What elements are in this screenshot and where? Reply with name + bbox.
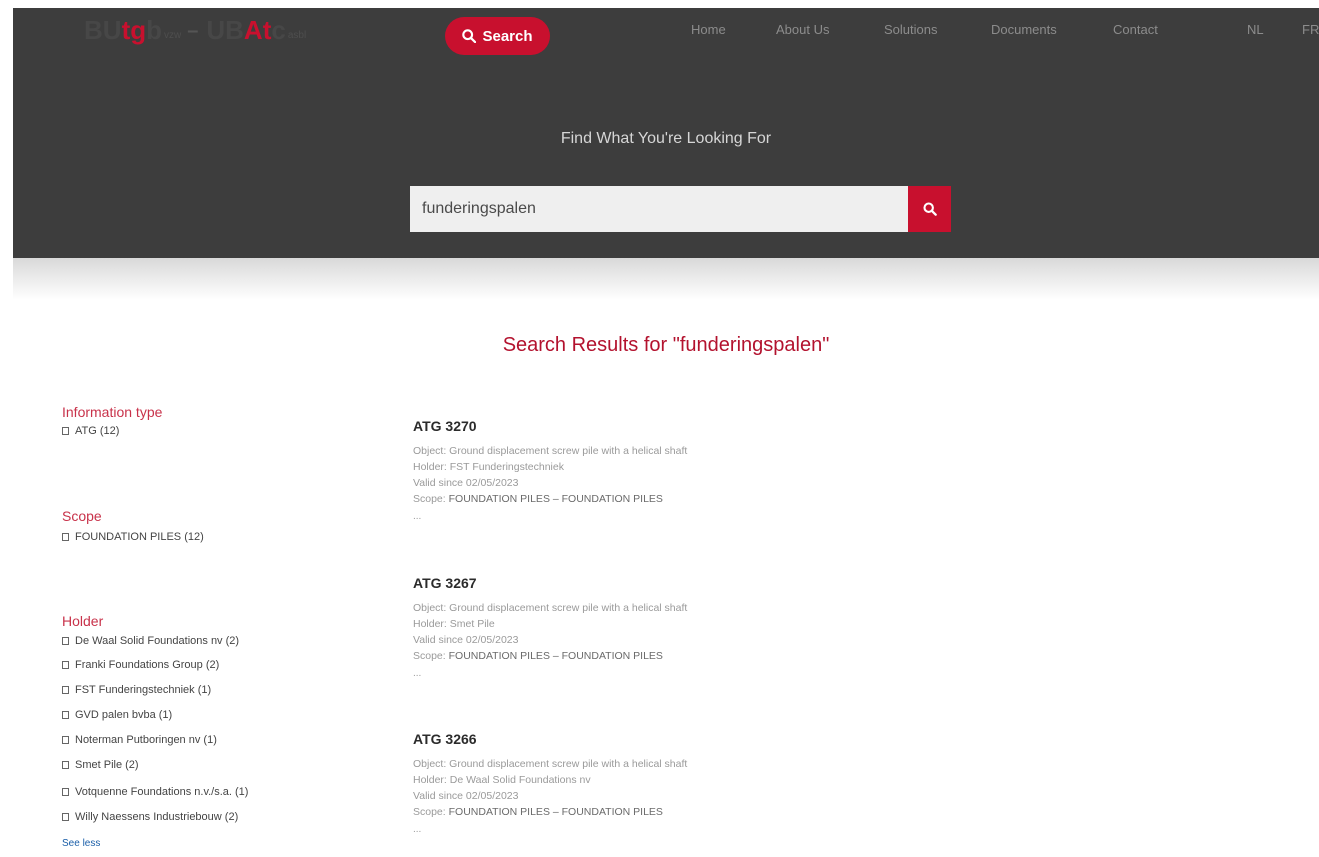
checkbox[interactable] — [62, 788, 69, 796]
hero-title: Find What You're Looking For — [560, 130, 772, 147]
facet-item-label: De Waal Solid Foundations nv (2) — [75, 635, 240, 647]
facet-item-label: Noterman Putboringen nv (1) — [75, 734, 217, 746]
see-less-link[interactable]: See less — [62, 838, 100, 849]
results-title: Search Results for "funderingspalen" — [502, 334, 830, 356]
result-title[interactable]: ATG 3266 — [413, 731, 913, 747]
facet-item-holder[interactable]: FST Funderingstechniek (1) — [62, 684, 211, 696]
result-more: ... — [413, 511, 422, 522]
checkbox[interactable] — [62, 661, 69, 669]
checkbox[interactable] — [62, 427, 69, 435]
facet-item-atg[interactable]: ATG (12) — [62, 425, 119, 437]
result-more: ... — [413, 824, 422, 835]
facet-item-holder[interactable]: Noterman Putboringen nv (1) — [62, 734, 217, 746]
facet-item-label: Willy Naessens Industriebouw (2) — [75, 811, 239, 823]
hero-shadow — [13, 258, 1319, 300]
result-item: ATG 3267 Object: Ground displacement scr… — [413, 575, 913, 679]
header-search-button[interactable]: Search — [445, 17, 550, 55]
facet-item-holder[interactable]: Willy Naessens Industriebouw (2) — [62, 811, 238, 823]
result-valid: Valid since 02/05/2023 — [413, 790, 519, 802]
facet-item-holder[interactable]: Votquenne Foundations n.v./s.a. (1) — [62, 786, 248, 798]
search-field[interactable] — [410, 186, 908, 232]
checkbox[interactable] — [62, 533, 69, 541]
nav-about-us[interactable]: About Us — [776, 22, 829, 37]
nav-lang-fr[interactable]: FR — [1302, 22, 1319, 37]
logo-b: b — [146, 15, 162, 45]
checkbox[interactable] — [62, 686, 69, 694]
facet-item-foundation-piles[interactable]: FOUNDATION PILES (12) — [62, 531, 204, 543]
logo-dash: – — [187, 20, 199, 42]
facet-item-label: FST Funderingstechniek (1) — [75, 684, 212, 696]
nav-solutions[interactable]: Solutions — [884, 22, 937, 37]
result-item: ATG 3266 Object: Ground displacement scr… — [413, 731, 913, 835]
header-search-label: Search — [482, 27, 533, 45]
result-scope-label: Scope: — [413, 493, 446, 505]
result-scope: Scope: FOUNDATION PILES – FOUNDATION PIL… — [413, 491, 913, 507]
result-valid: Valid since 02/05/2023 — [413, 477, 519, 489]
result-scope-value: FOUNDATION PILES – FOUNDATION PILES — [448, 806, 663, 818]
logo-at: At — [243, 15, 272, 45]
logo-c: c — [271, 15, 286, 45]
nav-documents[interactable]: Documents — [991, 22, 1057, 37]
result-scope-label: Scope: — [413, 806, 446, 818]
nav-contact[interactable]: Contact — [1113, 22, 1158, 37]
result-valid: Valid since 02/05/2023 — [413, 634, 519, 646]
facet-item-holder[interactable]: De Waal Solid Foundations nv (2) — [62, 635, 239, 647]
facet-title-scope: Scope — [62, 508, 102, 524]
facet-item-label: ATG (12) — [75, 425, 120, 437]
facet-item-label: Franki Foundations Group (2) — [75, 659, 220, 671]
logo-ub: UB — [206, 15, 244, 45]
logo-vzw: vzw — [164, 30, 182, 41]
facet-item-holder[interactable]: GVD palen bvba (1) — [62, 709, 172, 721]
logo-asbl: asbl — [287, 30, 307, 41]
checkbox[interactable] — [62, 736, 69, 744]
result-holder: Holder: FST Funderingstechniek — [413, 461, 564, 473]
facet-title-holder: Holder — [62, 613, 104, 629]
result-title[interactable]: ATG 3267 — [413, 575, 913, 591]
result-holder: Holder: De Waal Solid Foundations nv — [413, 774, 591, 786]
facet-item-label: Smet Pile (2) — [75, 759, 139, 771]
result-scope-value: FOUNDATION PILES – FOUNDATION PILES — [448, 650, 663, 662]
logo-bu: BU — [84, 15, 122, 45]
result-title[interactable]: ATG 3270 — [413, 418, 913, 434]
result-holder: Holder: Smet Pile — [413, 618, 495, 630]
nav-lang-nl[interactable]: NL — [1247, 22, 1264, 37]
nav-home[interactable]: Home — [691, 22, 726, 37]
search-icon — [462, 29, 477, 43]
search-submit-button[interactable] — [908, 186, 951, 232]
result-item: ATG 3270 Object: Ground displacement scr… — [413, 418, 913, 522]
result-object: Object: Ground displacement screw pile w… — [413, 602, 688, 614]
facet-item-label: Votquenne Foundations n.v./s.a. (1) — [75, 786, 249, 798]
result-scope: Scope: FOUNDATION PILES – FOUNDATION PIL… — [413, 804, 913, 820]
result-object: Object: Ground displacement screw pile w… — [413, 758, 688, 770]
site-logo[interactable]: BU tg b vzw – UB At c asbl — [84, 14, 312, 46]
search-icon — [922, 202, 937, 216]
facet-item-label: GVD palen bvba (1) — [75, 709, 173, 721]
result-object: Object: Ground displacement screw pile w… — [413, 445, 688, 457]
checkbox[interactable] — [62, 711, 69, 719]
logo-tg: tg — [121, 15, 147, 45]
checkbox[interactable] — [62, 637, 69, 645]
facet-title-information-type: Information type — [62, 404, 163, 420]
facet-item-holder[interactable]: Smet Pile (2) — [62, 759, 139, 771]
facet-item-holder[interactable]: Franki Foundations Group (2) — [62, 659, 219, 671]
checkbox[interactable] — [62, 761, 69, 769]
result-scope-value: FOUNDATION PILES – FOUNDATION PILES — [448, 493, 663, 505]
result-more: ... — [413, 668, 422, 679]
checkbox[interactable] — [62, 813, 69, 821]
result-scope: Scope: FOUNDATION PILES – FOUNDATION PIL… — [413, 648, 913, 664]
result-scope-label: Scope: — [413, 650, 446, 662]
facet-item-label: FOUNDATION PILES (12) — [75, 531, 204, 543]
search-input[interactable] — [410, 186, 908, 232]
